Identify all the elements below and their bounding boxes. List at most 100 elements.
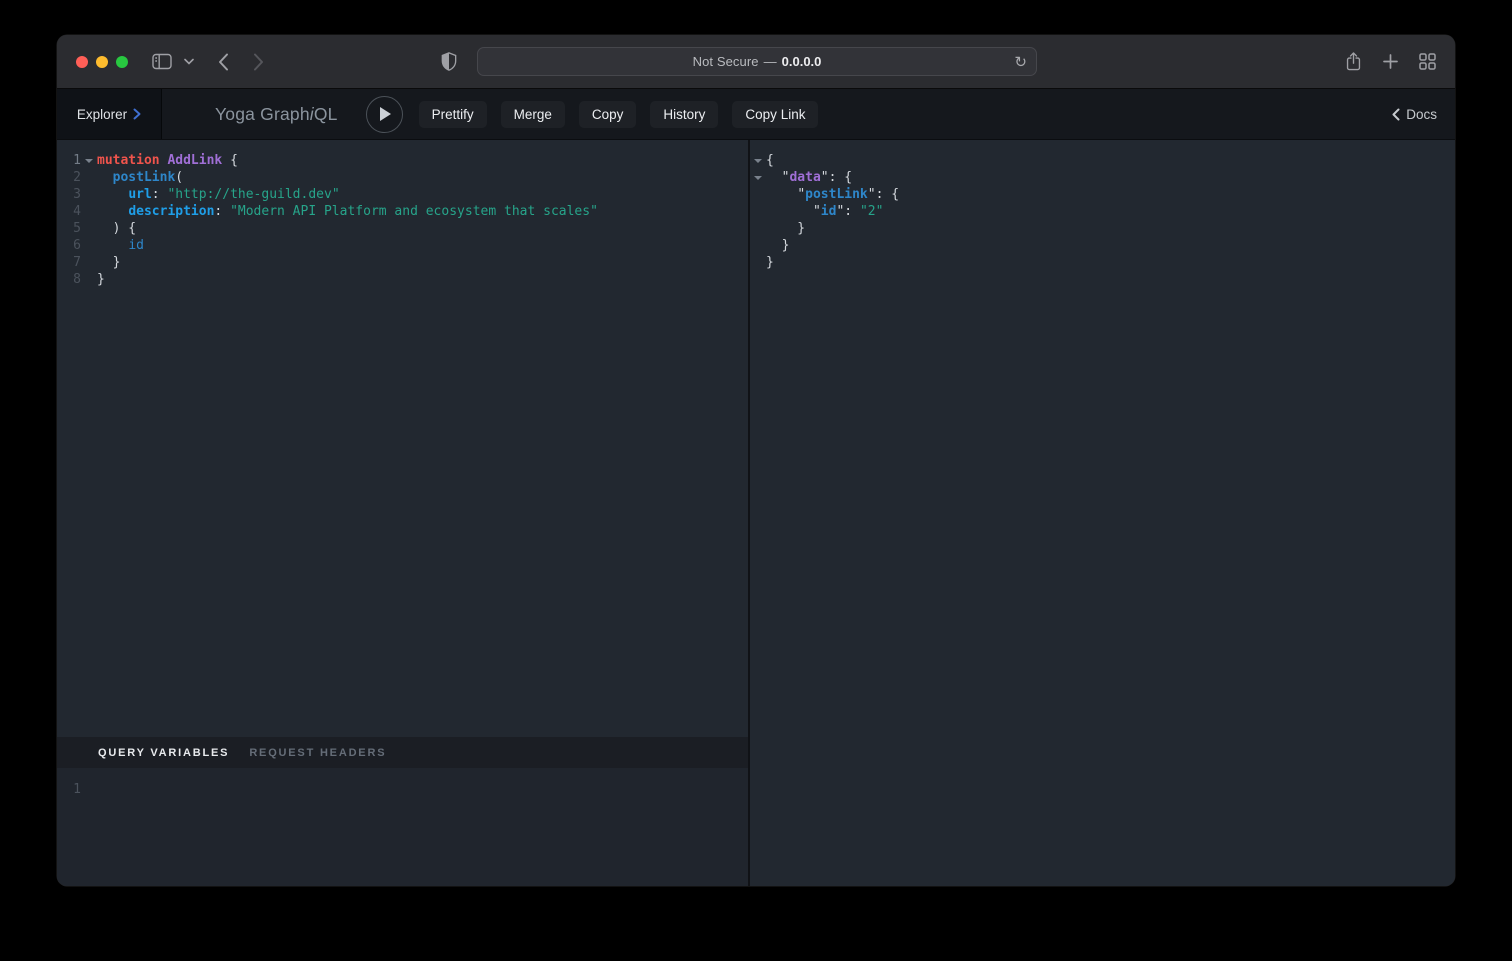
fold-gutter xyxy=(81,254,97,271)
code-text: postLink( xyxy=(97,169,183,186)
variables-section: QUERY VARIABLES REQUEST HEADERS 1 xyxy=(57,737,748,886)
forward-icon xyxy=(253,53,264,71)
code-line: 1 xyxy=(57,781,748,798)
query-editor[interactable]: 1mutation AddLink {2 postLink(3 url: "ht… xyxy=(57,140,748,737)
shield-icon[interactable] xyxy=(441,52,457,71)
fold-gutter xyxy=(81,271,97,288)
line-number: 1 xyxy=(57,152,81,169)
graphiql-toolbar: Explorer Yoga GraphiQL Prettify Merge Co… xyxy=(57,89,1455,140)
url-security-status: Not Secure xyxy=(693,54,759,69)
code-text: mutation AddLink { xyxy=(97,152,238,169)
toolbar-buttons: Prettify Merge Copy History Copy Link xyxy=(419,101,819,128)
tab-query-variables[interactable]: QUERY VARIABLES xyxy=(98,747,229,759)
line-number: 1 xyxy=(57,781,81,798)
code-text: } xyxy=(97,271,105,288)
code-text: id xyxy=(97,237,144,254)
code-text: ) { xyxy=(97,220,136,237)
code-line: "postLink": { xyxy=(750,186,1455,203)
fold-gutter xyxy=(750,254,766,271)
prettify-button[interactable]: Prettify xyxy=(419,101,487,128)
close-icon[interactable] xyxy=(76,56,88,68)
fold-gutter xyxy=(81,186,97,203)
play-icon xyxy=(380,107,391,121)
code-text: description: "Modern API Platform and ec… xyxy=(97,203,598,220)
fold-gutter xyxy=(81,169,97,186)
line-number: 2 xyxy=(57,169,81,186)
code-text: } xyxy=(97,254,120,271)
query-pane: 1mutation AddLink {2 postLink(3 url: "ht… xyxy=(57,140,748,886)
execute-query-button[interactable] xyxy=(366,96,403,133)
code-line: 6 id xyxy=(57,237,748,254)
url-separator: — xyxy=(764,54,777,69)
tab-request-headers[interactable]: REQUEST HEADERS xyxy=(249,747,386,759)
merge-button[interactable]: Merge xyxy=(501,101,565,128)
sidebar-toggle-icon[interactable] xyxy=(152,53,172,70)
code-text: } xyxy=(766,254,774,271)
page-title: Yoga GraphiQL xyxy=(215,104,338,125)
fold-gutter xyxy=(750,203,766,220)
code-text: } xyxy=(766,220,805,237)
code-line: 3 url: "http://the-guild.dev" xyxy=(57,186,748,203)
line-number: 7 xyxy=(57,254,81,271)
fold-gutter xyxy=(750,220,766,237)
history-button[interactable]: History xyxy=(650,101,718,128)
fold-gutter xyxy=(750,186,766,203)
new-tab-icon[interactable] xyxy=(1383,54,1398,69)
line-number: 6 xyxy=(57,237,81,254)
docs-label: Docs xyxy=(1406,107,1437,122)
docs-chevron-icon xyxy=(1392,108,1400,121)
fold-arrow-icon[interactable] xyxy=(81,152,97,169)
traffic-lights xyxy=(76,56,128,68)
url-host: 0.0.0.0 xyxy=(782,54,822,69)
code-line: "data": { xyxy=(750,169,1455,186)
line-number: 4 xyxy=(57,203,81,220)
fold-gutter xyxy=(81,220,97,237)
explorer-label: Explorer xyxy=(77,107,127,122)
chrome-right-controls xyxy=(1345,51,1436,72)
code-line: 2 postLink( xyxy=(57,169,748,186)
fold-gutter xyxy=(81,203,97,220)
code-line: 1 mutation AddLink { xyxy=(57,152,748,169)
main-content: 1mutation AddLink {2 postLink(3 url: "ht… xyxy=(57,140,1455,886)
browser-chrome: Not Secure — 0.0.0.0 ↻ xyxy=(57,35,1455,89)
code-line: 8} xyxy=(57,271,748,288)
chevron-down-icon[interactable] xyxy=(184,58,194,65)
variables-editor[interactable]: 1 xyxy=(57,768,748,886)
fold-arrow-icon[interactable] xyxy=(750,169,766,186)
docs-toggle[interactable]: Docs xyxy=(1392,107,1437,122)
zoom-icon[interactable] xyxy=(116,56,128,68)
code-line: 5 ) { xyxy=(57,220,748,237)
copy-link-button[interactable]: Copy Link xyxy=(732,101,818,128)
code-line: } xyxy=(750,254,1455,271)
code-text: url: "http://the-guild.dev" xyxy=(97,186,340,203)
code-text: } xyxy=(766,237,789,254)
safari-window: Not Secure — 0.0.0.0 ↻ xyxy=(57,35,1455,886)
response-pane: { "data": { "postLink": { "id": "2" } }} xyxy=(750,140,1455,886)
fold-gutter xyxy=(750,237,766,254)
code-line: 7 } xyxy=(57,254,748,271)
address-bar[interactable]: Not Secure — 0.0.0.0 ↻ xyxy=(477,47,1037,76)
code-text: { xyxy=(766,152,774,169)
reload-icon[interactable]: ↻ xyxy=(1014,48,1027,75)
code-line: 4 description: "Modern API Platform and … xyxy=(57,203,748,220)
code-line: { xyxy=(750,152,1455,169)
share-icon[interactable] xyxy=(1345,51,1362,72)
line-number: 8 xyxy=(57,271,81,288)
fold-gutter xyxy=(81,237,97,254)
response-viewer: { "data": { "postLink": { "id": "2" } }} xyxy=(750,152,1455,271)
code-text: "postLink": { xyxy=(766,186,899,203)
code-line: } xyxy=(750,237,1455,254)
fold-arrow-icon[interactable] xyxy=(750,152,766,169)
variables-tabs: QUERY VARIABLES REQUEST HEADERS xyxy=(57,737,748,768)
explorer-toggle[interactable]: Explorer xyxy=(57,89,162,139)
line-number: 5 xyxy=(57,220,81,237)
minimize-icon[interactable] xyxy=(96,56,108,68)
back-icon[interactable] xyxy=(218,53,229,71)
copy-button[interactable]: Copy xyxy=(579,101,637,128)
explorer-chevron-icon xyxy=(133,108,141,120)
code-line: "id": "2" xyxy=(750,203,1455,220)
tab-overview-icon[interactable] xyxy=(1419,53,1436,70)
line-number: 3 xyxy=(57,186,81,203)
code-line: } xyxy=(750,220,1455,237)
code-text: "data": { xyxy=(766,169,852,186)
